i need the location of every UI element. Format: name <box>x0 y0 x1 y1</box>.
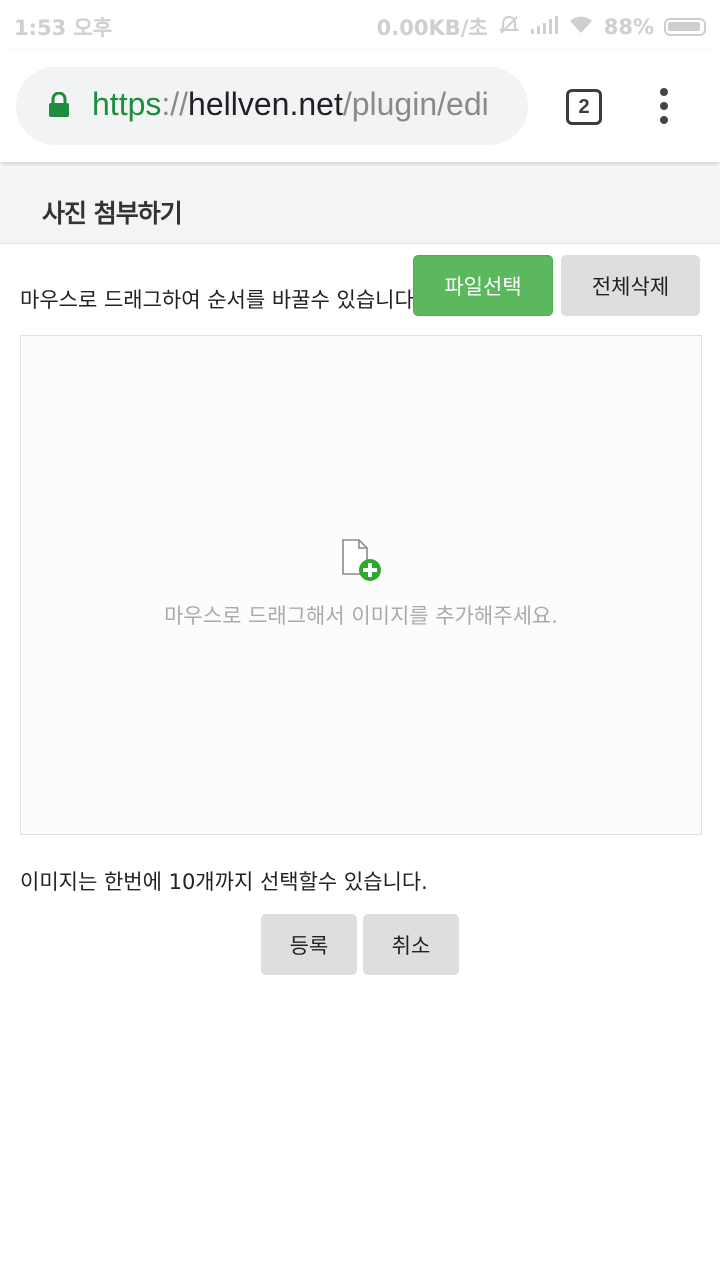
url-bar[interactable]: https://hellven.net/plugin/edi <box>16 67 528 145</box>
wifi-icon <box>568 15 594 40</box>
browser-toolbar: https://hellven.net/plugin/edi 2 <box>0 50 720 162</box>
status-time: 1:53 오후 <box>14 16 113 40</box>
dropzone-text: 마우스로 드래그해서 이미지를 추가해주세요. <box>164 604 558 628</box>
tab-switcher-button[interactable]: 2 <box>566 89 602 125</box>
url-host: hellven.net <box>188 86 343 122</box>
add-file-icon <box>339 538 385 588</box>
lock-icon <box>48 91 70 122</box>
register-button[interactable]: 등록 <box>261 914 357 975</box>
section-header: 사진 첨부하기 <box>0 168 720 244</box>
reorder-hint: 마우스로 드래그하여 순서를 바꿀수 있습니다. <box>20 288 415 312</box>
url-text[interactable]: https://hellven.net/plugin/edi <box>92 86 489 123</box>
url-separator: :// <box>161 86 189 122</box>
battery-icon <box>664 18 706 36</box>
page-title: 사진 첨부하기 <box>42 199 183 228</box>
selection-limit-note: 이미지는 한번에 10개까지 선택할수 있습니다. <box>20 870 428 894</box>
more-menu-icon[interactable] <box>658 88 670 124</box>
signal-icon <box>530 15 558 40</box>
image-dropzone[interactable]: 마우스로 드래그해서 이미지를 추가해주세요. <box>20 335 702 835</box>
file-select-button[interactable]: 파일선택 <box>413 255 553 316</box>
cancel-button[interactable]: 취소 <box>363 914 459 975</box>
status-bar: 1:53 오후 0.00KB/초 88% <box>0 0 720 50</box>
status-right: 0.00KB/초 88% <box>377 12 706 42</box>
mute-bell-icon <box>498 14 520 41</box>
url-scheme: https <box>92 86 162 122</box>
delete-all-button[interactable]: 전체삭제 <box>561 255 700 316</box>
network-speed: 0.00KB/초 <box>376 16 488 40</box>
url-path: /plugin/edi <box>342 86 489 122</box>
battery-percent: 88% <box>603 15 654 39</box>
